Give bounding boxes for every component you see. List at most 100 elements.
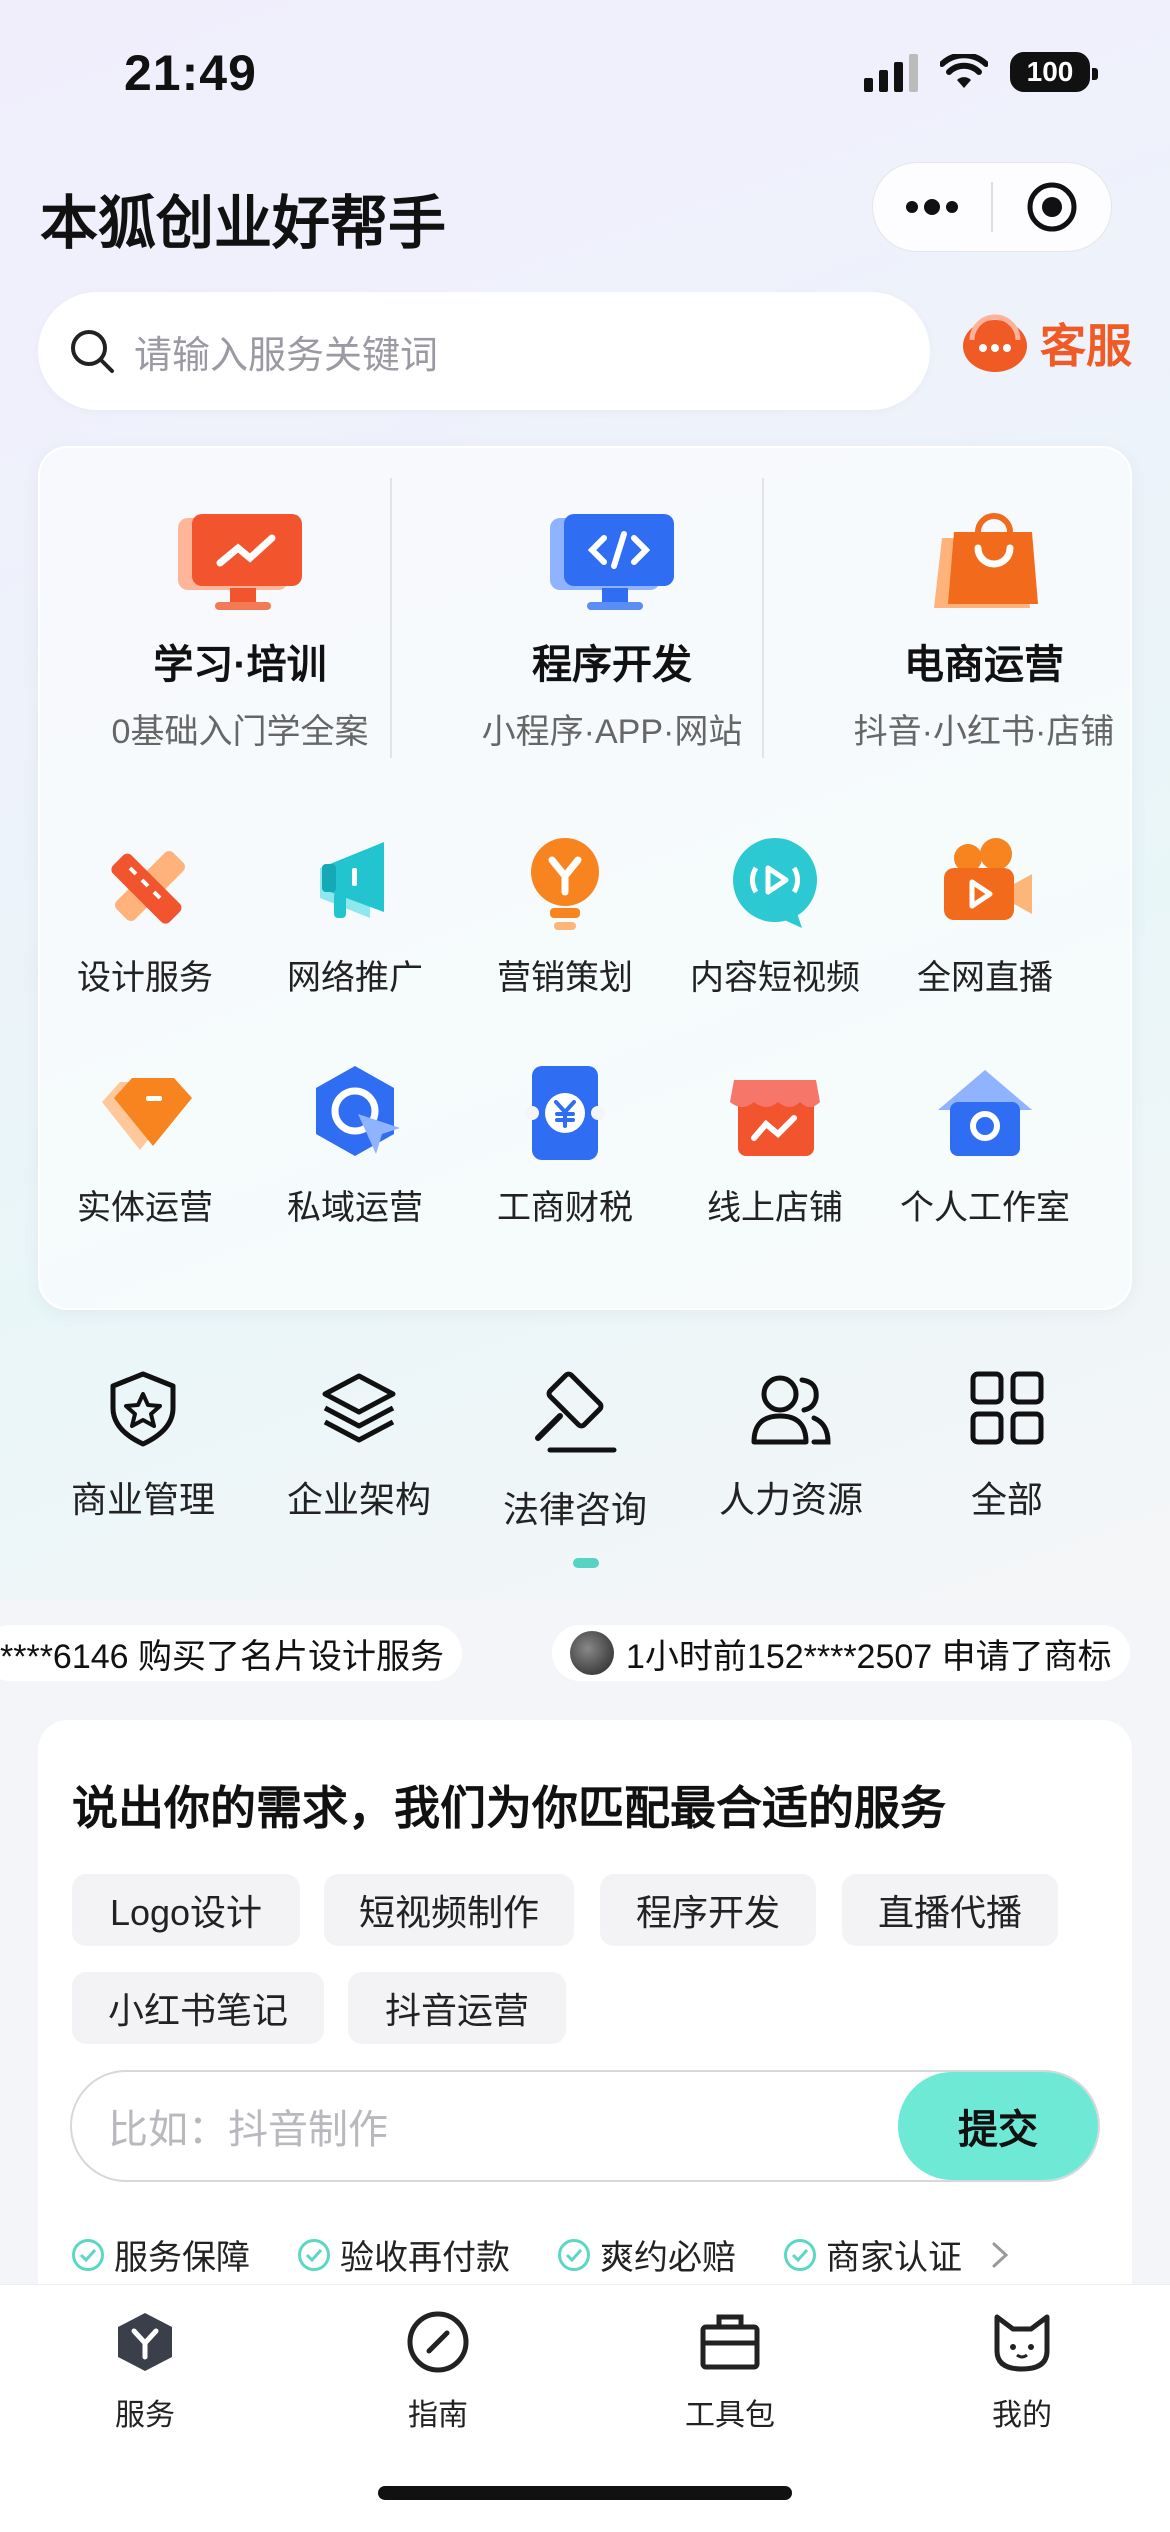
grid-label: 私域运营 (287, 1189, 423, 1227)
ruler-pencil-icon (90, 828, 200, 938)
ticker-item: 1小时前152****2507 申请了商标 (552, 1625, 1130, 1681)
sec-label: 全部 (970, 1479, 1043, 1520)
chip-xiaohongshu[interactable]: 小红书笔记 (72, 1972, 324, 2044)
grid-label: 工商财税 (497, 1189, 633, 1227)
grid-business-tax[interactable]: 工商财税 (460, 1058, 670, 1229)
featured-subtitle: 小程序·APP·网站 (481, 713, 743, 751)
camera-icon (930, 828, 1040, 938)
featured-program-dev[interactable]: 程序开发 小程序·APP·网站 (432, 508, 792, 753)
chip-douyin-ops[interactable]: 抖音运营 (348, 1972, 566, 2044)
page-title: 本狐创业好帮手 (40, 191, 447, 256)
avatar (570, 1631, 614, 1675)
grid-label: 内容短视频 (690, 959, 860, 997)
yen-ticket-icon (510, 1058, 620, 1168)
check-circle-icon (72, 2238, 104, 2271)
home-indicator (378, 2486, 792, 2500)
layers-icon (322, 1373, 396, 1443)
needs-placeholder: 比如：抖音制作 (108, 2108, 388, 2152)
more-button[interactable] (873, 163, 991, 251)
cat-face-icon (994, 2314, 1050, 2372)
sec-label: 商业管理 (70, 1479, 215, 1520)
guarantee-label: 爽约必赔 (600, 2239, 736, 2277)
sec-enterprise-structure[interactable]: 企业架构 (254, 1368, 464, 1523)
grid-online-store[interactable]: 线上店铺 (670, 1058, 880, 1229)
search-icon (71, 330, 114, 373)
status-icons: 100 (864, 52, 1098, 92)
chip-logo-design[interactable]: Logo设计 (72, 1874, 300, 1946)
hexagon-y-icon (118, 2313, 172, 2371)
toolbox-icon (700, 2314, 760, 2370)
tab-toolbox[interactable]: 工具包 (630, 2309, 830, 2434)
grid-label: 实体运营 (77, 1189, 213, 1227)
megaphone-icon (300, 828, 410, 938)
trend-screen-icon (170, 508, 310, 618)
grid-label: 营销策划 (497, 959, 633, 997)
guarantee-item: 商家认证 (784, 2230, 962, 2279)
house-icon (930, 1058, 1040, 1168)
chip-program-dev[interactable]: 程序开发 (600, 1874, 816, 1946)
guarantee-row: 服务保障 验收再付款 爽约必赔 商家认证 (72, 2230, 1012, 2279)
diamond-icon (90, 1058, 200, 1168)
featured-title: 程序开发 (532, 643, 692, 687)
guarantee-item: 爽约必赔 (558, 2230, 736, 2279)
category-card: 学习·培训 0基础入门学全案 程序开发 小程序·APP·网站 电商运营 抖音·小… (38, 446, 1132, 1310)
search-input[interactable]: 请输入服务关键词 (38, 292, 930, 410)
sec-label: 人力资源 (718, 1479, 863, 1520)
featured-ecommerce[interactable]: 电商运营 抖音·小红书·店铺 (804, 508, 1164, 753)
grid-design-service[interactable]: 设计服务 (40, 828, 250, 999)
featured-title: 电商运营 (904, 643, 1064, 687)
needs-title: 说出你的需求，我们为你匹配最合适的服务 (72, 1782, 946, 1834)
check-circle-icon (298, 2238, 330, 2271)
grid-private-domain-ops[interactable]: 私域运营 (250, 1058, 460, 1229)
search-placeholder: 请输入服务关键词 (134, 334, 439, 377)
chip-live-agent[interactable]: 直播代播 (842, 1874, 1058, 1946)
activity-ticker: ****6146 购买了名片设计服务 1小时前152****2507 申请了商标 (0, 1625, 1170, 1681)
target-circle-icon (1027, 182, 1077, 232)
sec-legal-consult[interactable]: 法律咨询 (470, 1368, 680, 1533)
shopping-bag-icon (914, 508, 1054, 618)
featured-subtitle: 0基础入门学全案 (111, 713, 369, 751)
featured-title: 学习·培训 (153, 643, 327, 687)
grid-personal-studio[interactable]: 个人工作室 (880, 1058, 1090, 1229)
customer-service-button[interactable]: 客服 (960, 310, 1132, 376)
chip-short-video[interactable]: 短视频制作 (324, 1874, 574, 1946)
compass-icon (407, 2311, 469, 2373)
ticker-text: 1小时前152****2507 申请了商标 (626, 1637, 1112, 1676)
grid-marketing-plan[interactable]: 营销策划 (460, 828, 670, 999)
grid-label: 线上店铺 (707, 1189, 843, 1227)
tab-service[interactable]: 服务 (45, 2309, 245, 2434)
tab-mine[interactable]: 我的 (922, 2309, 1122, 2434)
headset-icon (963, 314, 1027, 372)
sec-business-management[interactable]: 商业管理 (38, 1368, 248, 1523)
grid-label: 网络推广 (287, 959, 423, 997)
grid-live-stream[interactable]: 全网直播 (880, 828, 1090, 999)
tab-guide[interactable]: 指南 (338, 2309, 538, 2434)
tab-label: 工具包 (685, 2399, 775, 2432)
featured-learning-training[interactable]: 学习·培训 0基础入门学全案 (60, 508, 420, 753)
check-circle-icon (558, 2238, 590, 2271)
grid-label: 设计服务 (77, 959, 213, 997)
guarantee-label: 服务保障 (114, 2239, 250, 2277)
grid-label: 个人工作室 (900, 1189, 1070, 1227)
guarantee-item: 服务保障 (72, 2230, 250, 2279)
grid-physical-ops[interactable]: 实体运营 (40, 1058, 250, 1229)
chevron-right-icon[interactable] (988, 2238, 1012, 2272)
grid-content-short-video[interactable]: 内容短视频 (670, 828, 880, 999)
sec-all[interactable]: 全部 (902, 1368, 1112, 1523)
storefront-icon (720, 1058, 830, 1168)
submit-button[interactable]: 提交 (898, 2072, 1098, 2180)
ticker-item: ****6146 购买了名片设计服务 (0, 1625, 463, 1681)
ticker-text: ****6146 购买了名片设计服务 (0, 1637, 445, 1676)
customer-service-label: 客服 (1040, 320, 1132, 372)
featured-subtitle: 抖音·小红书·店铺 (853, 713, 1115, 751)
video-bubble-icon (720, 828, 830, 938)
grid-network-promotion[interactable]: 网络推广 (250, 828, 460, 999)
close-mini-program-button[interactable] (993, 163, 1111, 251)
sec-human-resources[interactable]: 人力资源 (686, 1368, 896, 1523)
tab-label: 指南 (408, 2399, 468, 2432)
guarantee-label: 商家认证 (826, 2239, 962, 2277)
grid-label: 全网直播 (917, 959, 1053, 997)
mini-program-capsule (872, 162, 1112, 252)
tab-label: 服务 (115, 2399, 175, 2432)
code-screen-icon (542, 508, 682, 618)
